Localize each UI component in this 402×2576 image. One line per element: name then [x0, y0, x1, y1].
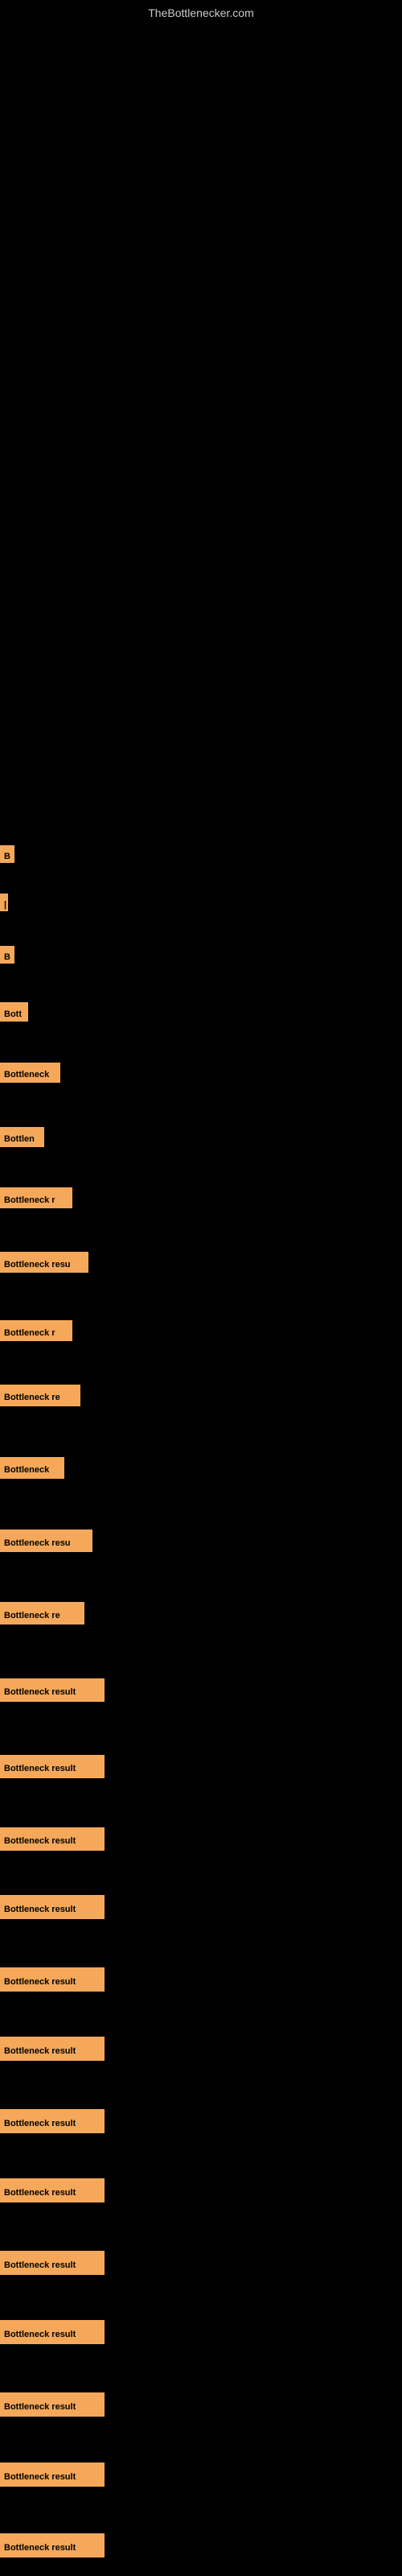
bottleneck-result-label: Bottleneck: [0, 1457, 64, 1479]
bottleneck-result-label: Bottleneck result: [0, 2178, 105, 2202]
site-title: TheBottlenecker.com: [148, 6, 254, 19]
bottleneck-result-label: Bottleneck result: [0, 2251, 105, 2275]
bottleneck-result-label: Bottleneck result: [0, 2037, 105, 2061]
bottleneck-result-label: Bottlen: [0, 1127, 44, 1147]
bottleneck-result-label: B: [0, 845, 14, 863]
bottleneck-result-label: Bottleneck r: [0, 1320, 72, 1341]
bottleneck-result-label: Bottleneck resu: [0, 1252, 88, 1273]
bottleneck-result-label: Bottleneck resu: [0, 1530, 92, 1552]
bottleneck-result-label: Bottleneck result: [0, 1895, 105, 1919]
bottleneck-result-label: Bottleneck result: [0, 2320, 105, 2344]
bottleneck-result-label: Bottleneck result: [0, 1827, 105, 1851]
bottleneck-result-label: |: [0, 894, 8, 911]
bottleneck-result-label: Bottleneck re: [0, 1385, 80, 1406]
bottleneck-result-label: B: [0, 946, 14, 964]
bottleneck-result-label: Bottleneck result: [0, 1755, 105, 1778]
bottleneck-result-label: Bottleneck result: [0, 2533, 105, 2557]
bottleneck-result-label: Bottleneck result: [0, 2462, 105, 2487]
bottleneck-result-label: Bottleneck r: [0, 1187, 72, 1208]
bottleneck-result-label: Bottleneck result: [0, 1967, 105, 1992]
bottleneck-result-label: Bottleneck result: [0, 1678, 105, 1702]
bottleneck-result-label: Bottleneck: [0, 1063, 60, 1083]
bottleneck-result-label: Bottleneck result: [0, 2392, 105, 2417]
bottleneck-result-label: Bottleneck result: [0, 2109, 105, 2133]
bottleneck-result-label: Bott: [0, 1002, 28, 1022]
bottleneck-result-label: Bottleneck re: [0, 1602, 84, 1624]
